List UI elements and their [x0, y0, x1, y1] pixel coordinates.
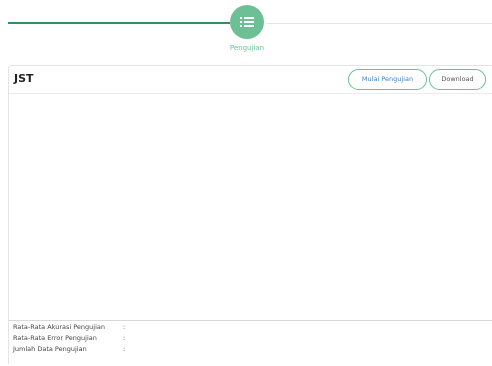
- stepper-remaining-line: [266, 23, 492, 24]
- stat-count: Jumlah Data Pengujian :: [13, 345, 125, 353]
- panel-title: JST: [14, 72, 34, 85]
- panel-header: JST Mulai Pengujian Download: [9, 66, 492, 94]
- step-label: Pengujian: [229, 44, 265, 52]
- results-area: [9, 94, 492, 320]
- stat-accuracy-label: Rata-Rata Akurasi Pengujian: [13, 323, 105, 331]
- stat-count-separator: :: [123, 345, 126, 353]
- stats-footer: Rata-Rata Akurasi Pengujian : Rata-Rata …: [9, 320, 492, 366]
- list-icon: [240, 16, 254, 28]
- stepper-progress-line: [8, 22, 230, 24]
- step-pengujian[interactable]: [230, 5, 264, 39]
- start-testing-button[interactable]: Mulai Pengujian: [348, 69, 427, 90]
- download-button[interactable]: Download: [429, 69, 486, 90]
- stat-error-label: Rata-Rata Error Pengujian: [13, 334, 97, 342]
- stat-accuracy-separator: :: [123, 323, 126, 331]
- jst-panel: JST Mulai Pengujian Download Rata-Rata A…: [8, 65, 492, 364]
- stat-count-label: Jumlah Data Pengujian: [13, 345, 87, 353]
- stat-accuracy: Rata-Rata Akurasi Pengujian :: [13, 323, 125, 331]
- stat-error: Rata-Rata Error Pengujian :: [13, 334, 125, 342]
- stat-error-separator: :: [123, 334, 126, 342]
